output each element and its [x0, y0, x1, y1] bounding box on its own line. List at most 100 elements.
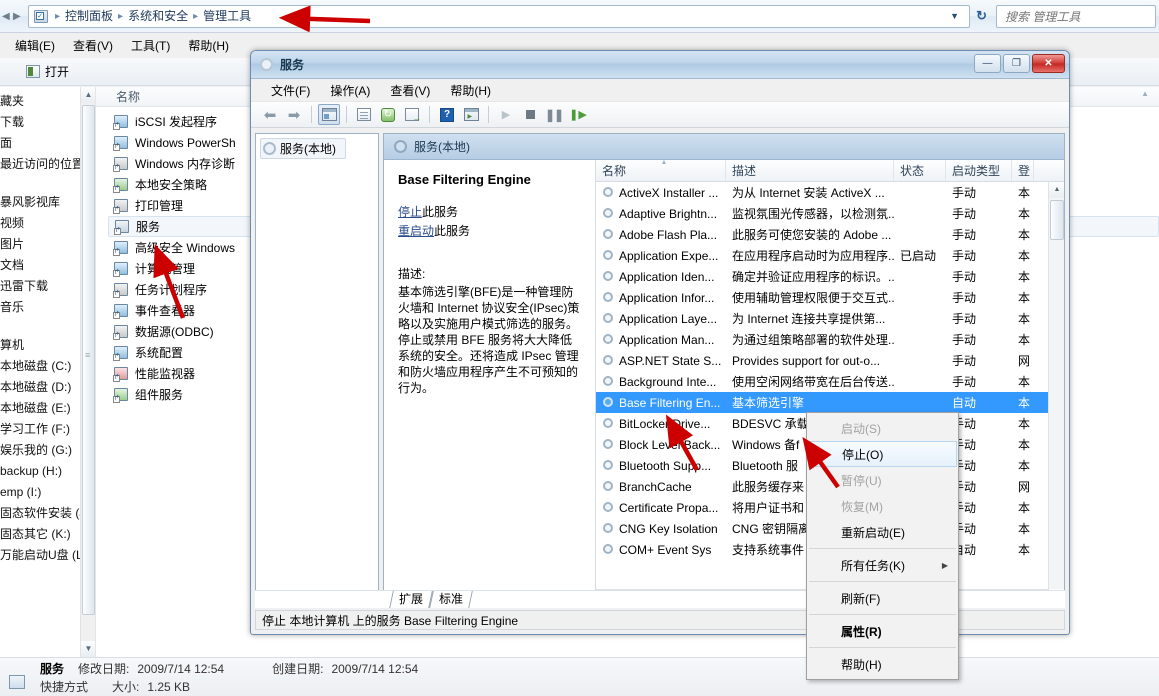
services-window-title: 服务	[280, 58, 305, 72]
menu-edit[interactable]: 编辑(E)	[6, 35, 64, 56]
cell-text: Base Filtering En...	[619, 395, 721, 410]
menu-view[interactable]: 查看(V)	[64, 35, 122, 56]
show-hide-tree-icon[interactable]	[318, 104, 340, 125]
cell-text: BranchCache	[619, 479, 692, 494]
table-row[interactable]: Base Filtering En... 基本筛选引擎 自动 本	[596, 392, 1064, 413]
column-header-label: 名称	[602, 164, 627, 178]
services-list-vertical-scrollbar[interactable]: ▲ ▼	[1048, 182, 1064, 605]
column-header-3[interactable]: 启动类型	[946, 160, 1012, 181]
minimize-button[interactable]: —	[974, 54, 1001, 73]
pause-service-icon[interactable]: ❚❚	[543, 104, 565, 125]
scroll-up-icon[interactable]: ▲	[81, 87, 95, 103]
table-row[interactable]: ActiveX Installer ... 为从 Internet 安装 Acti…	[596, 182, 1064, 203]
stop-service-icon[interactable]	[519, 104, 541, 125]
context-menu-item-10[interactable]: 属性(R)	[807, 618, 958, 644]
chevron-down-icon[interactable]: ▼	[942, 11, 967, 21]
forward-icon[interactable]: ▶	[13, 11, 24, 22]
cell-name: ASP.NET State S...	[596, 354, 726, 368]
column-header-0[interactable]: 名称	[596, 160, 726, 181]
context-menu-item-1[interactable]: 停止(O)	[808, 441, 957, 467]
help-icon[interactable]: ?	[436, 104, 458, 125]
navigation-pane-scrollbar[interactable]: ▲ ▼	[80, 87, 95, 657]
table-row[interactable]: Adaptive Brightn... 监视氛围光传感器，以检测氛... 手动 本	[596, 203, 1064, 224]
cell-name: Application Expe...	[596, 249, 726, 263]
forward-icon[interactable]: ➡	[283, 104, 305, 125]
cell-logon: 本	[1012, 226, 1034, 243]
tab-extended[interactable]: 扩展	[389, 591, 433, 608]
tab-standard[interactable]: 标准	[429, 591, 473, 608]
stop-service-link[interactable]: 停止此服务	[398, 203, 583, 220]
scroll-up-icon[interactable]: ▲	[1049, 182, 1064, 198]
back-icon[interactable]: ⬅	[259, 104, 281, 125]
table-row[interactable]: Application Expe... 在应用程序启动时为应用程序... 已启动 手动…	[596, 245, 1064, 266]
context-menu-item-12[interactable]: 帮助(H)	[807, 651, 958, 677]
context-menu-item-6[interactable]: 所有任务(K) ▶	[807, 552, 958, 578]
status-size-label: 大小:	[112, 679, 140, 694]
table-row[interactable]: Application Iden... 确定并验证应用程序的标识。... 手动 本	[596, 266, 1064, 287]
cell-text: 此服务可使您安装的 Adobe ...	[732, 228, 892, 242]
refresh-icon[interactable]: ↻	[970, 8, 993, 24]
context-menu-item-8[interactable]: 刷新(F)	[807, 585, 958, 611]
breadcrumb-item-control-panel[interactable]: 控制面板	[61, 7, 117, 26]
cell-name: Background Inte...	[596, 375, 726, 389]
status-file-name: 服务	[40, 661, 65, 676]
services-pane-header-label: 服务(本地)	[414, 140, 470, 154]
cell-text: Bluetooth 服	[732, 459, 799, 473]
gear-icon	[602, 438, 615, 451]
menu-help[interactable]: 帮助(H)	[440, 80, 501, 101]
cell-name: ActiveX Installer ...	[596, 186, 726, 200]
context-menu-separator	[809, 647, 956, 648]
search-input[interactable]: 搜索 管理工具	[996, 4, 1156, 28]
menu-help[interactable]: 帮助(H)	[179, 35, 238, 56]
scrollbar-thumb[interactable]	[82, 105, 95, 615]
column-header-1[interactable]: 描述	[726, 160, 894, 181]
table-row[interactable]: Application Man... 为通过组策略部署的软件处理... 手动 本	[596, 329, 1064, 350]
table-row[interactable]: Background Inte... 使用空闲网络带宽在后台传送... 手动 本	[596, 371, 1064, 392]
cell-name: BranchCache	[596, 480, 726, 494]
open-button[interactable]: 打开	[26, 63, 69, 80]
back-icon[interactable]: ◀	[2, 11, 13, 22]
menu-action[interactable]: 操作(A)	[320, 80, 380, 101]
table-row[interactable]: Application Infor... 使用辅助管理权限便于交互式... 手动 本	[596, 287, 1064, 308]
menu-view[interactable]: 查看(V)	[380, 80, 440, 101]
gear-icon	[602, 417, 615, 430]
properties-icon[interactable]	[353, 104, 375, 125]
context-menu-separator	[809, 581, 956, 582]
export-list-icon[interactable]	[401, 104, 423, 125]
refresh-icon[interactable]: ↻	[377, 104, 399, 125]
table-row[interactable]: Adobe Flash Pla... 此服务可使您安装的 Adobe ... 手动 本	[596, 224, 1064, 245]
services-title-bar[interactable]: 服务 — ❐ ✕	[251, 51, 1069, 79]
breadcrumb-item-system-and-security[interactable]: 系统和安全	[124, 7, 192, 26]
maximize-button[interactable]: ❐	[1003, 54, 1030, 73]
gear-icon	[602, 249, 615, 262]
column-header-4[interactable]: 登	[1012, 160, 1034, 181]
menu-file[interactable]: 文件(F)	[261, 80, 320, 101]
scroll-down-icon[interactable]: ▼	[81, 641, 95, 657]
table-row[interactable]: ASP.NET State S... Provides support for o…	[596, 350, 1064, 371]
breadcrumb-bar[interactable]: ✓ ▸ 控制面板 ▸ 系统和安全 ▸ 管理工具 ▼	[28, 4, 971, 28]
table-row[interactable]: Application Laye... 为 Internet 连接共享提供第...…	[596, 308, 1064, 329]
shortcut-icon	[113, 324, 129, 340]
cell-logon: 本	[1012, 394, 1034, 411]
status-modified-label: 修改日期:	[78, 661, 130, 676]
file-item-label: 打印管理	[135, 199, 184, 213]
shortcut-icon	[113, 282, 129, 298]
file-item-label: 服务	[136, 220, 161, 234]
breadcrumb-item-admin-tools[interactable]: 管理工具	[199, 7, 255, 26]
cell-logon: 本	[1012, 205, 1034, 222]
restart-service-icon[interactable]: ❚▶	[567, 104, 589, 125]
context-menu-item-4[interactable]: 重新启动(E)	[807, 519, 958, 545]
shortcut-icon	[113, 198, 129, 214]
cell-status: 已启动	[894, 247, 946, 264]
cell-text: Application Man...	[619, 332, 715, 347]
close-button[interactable]: ✕	[1032, 54, 1065, 73]
menu-tools[interactable]: 工具(T)	[122, 35, 179, 56]
scrollbar-thumb[interactable]	[1050, 200, 1064, 240]
restart-service-link[interactable]: 重启动此服务	[398, 222, 583, 239]
start-service-icon[interactable]: ▶	[495, 104, 517, 125]
column-header-2[interactable]: 状态	[894, 160, 946, 181]
tree-node-services-local[interactable]: 服务(本地)	[260, 138, 346, 159]
cell-text: 监视氛围光传感器，以检测氛...	[732, 207, 894, 221]
cell-text: 手动	[952, 249, 977, 263]
view-icon[interactable]	[460, 104, 482, 125]
